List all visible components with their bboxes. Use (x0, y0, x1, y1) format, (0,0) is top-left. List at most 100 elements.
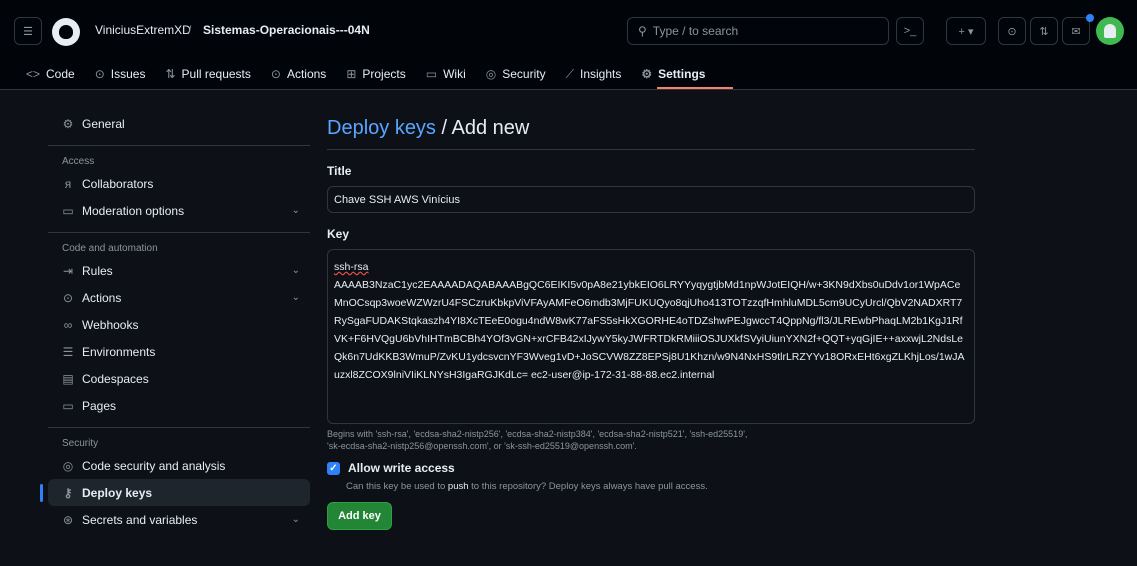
breadcrumb-separator: / (188, 23, 192, 37)
browser-icon: ▭ (62, 398, 74, 413)
code-icon: <> (26, 67, 41, 81)
comment-icon: ▭ (62, 203, 74, 218)
help-text-bold: push (447, 481, 469, 492)
sidebar-heading-access: Access (62, 155, 95, 167)
add-key-button[interactable]: Add key (327, 502, 392, 530)
chevron-down-icon: ⌄ (291, 292, 300, 303)
help-text: Can this key be used to (346, 481, 448, 492)
table-icon: ⊞ (346, 67, 357, 81)
notification-dot (1086, 14, 1094, 22)
title-input[interactable]: Chave SSH AWS Vinícius (327, 186, 975, 213)
sidebar-item-label: Deploy keys (82, 485, 153, 500)
tab-label: Issues (110, 67, 146, 81)
key-hint-line: Begins with 'ssh-rsa', 'ecdsa-sha2-nistp… (327, 429, 748, 439)
deploy-key-form: Deploy keys / Add new Title Chave SSH AW… (327, 112, 975, 530)
search-icon: ⚲ (638, 24, 647, 38)
tab-wiki[interactable]: ▭ Wiki (416, 60, 476, 88)
page-title-rest: / Add new (435, 116, 530, 139)
tab-insights[interactable]: ⟋ Insights (556, 60, 632, 88)
tab-pull-requests[interactable]: ⇅ Pull requests (155, 60, 260, 88)
chevron-down-icon: ⌄ (291, 514, 300, 525)
deploy-keys-link[interactable]: Deploy keys (327, 117, 436, 140)
sidebar-item-label: Actions (82, 290, 122, 305)
tab-issues[interactable]: ⊙ Issues (85, 60, 156, 88)
tab-settings[interactable]: ⚙ Settings (631, 60, 715, 88)
sidebar-item-label: Codespaces (82, 371, 149, 386)
sidebar-divider (48, 232, 310, 233)
server-icon: ☰ (62, 344, 74, 359)
allow-write-checkbox[interactable]: ✓ (327, 461, 340, 475)
sidebar-heading-security: Security (62, 437, 99, 449)
sidebar-item-rules[interactable]: ⇥ Rules ⌄ (48, 257, 310, 284)
asterisk-icon: ⊛ (62, 512, 74, 527)
github-logo-icon[interactable] (52, 18, 80, 46)
sidebar-heading-code: Code and automation (62, 242, 158, 254)
command-palette-button[interactable]: >_ (896, 17, 924, 45)
allow-write-row: ✓ Allow write access (327, 461, 975, 475)
rules-icon: ⇥ (62, 263, 74, 278)
create-new-button[interactable]: + ▾ (946, 17, 986, 45)
tab-label: Settings (658, 67, 706, 81)
key-hint-line: 'sk-ecdsa-sha2-nistp256@openssh.com', or… (327, 441, 637, 451)
sidebar-item-webhooks[interactable]: ∞ Webhooks (48, 311, 310, 338)
search-placeholder: Type / to search (652, 24, 739, 38)
key-body: AAAAB3NzaC1yc2EAAAADAQABAAABgQC6EIKI5v0p… (334, 279, 965, 381)
repo-owner-link[interactable]: ViniciusExtremXD (95, 23, 191, 37)
key-format-hint: Begins with 'ssh-rsa', 'ecdsa-sha2-nistp… (327, 428, 975, 452)
sidebar-item-secrets[interactable]: ⊛ Secrets and variables ⌄ (48, 506, 310, 533)
tab-label: Projects (362, 67, 406, 81)
tab-label: Pull requests (181, 67, 251, 81)
repo-tabs: <> Code ⊙ Issues ⇅ Pull requests ⊙ Actions ⊞… (16, 60, 715, 90)
sidebar-item-label: Pages (82, 398, 117, 413)
sidebar-item-codespaces[interactable]: ▤ Codespaces (48, 365, 310, 392)
avatar[interactable] (1096, 17, 1124, 45)
sidebar-item-label: Secrets and variables (82, 512, 198, 527)
sidebar-item-label: Collaborators (82, 176, 154, 191)
title-label: Title (327, 164, 352, 178)
tab-actions[interactable]: ⊙ Actions (261, 60, 336, 88)
sidebar-item-label: Webhooks (82, 317, 139, 332)
tab-label: Code (46, 67, 75, 81)
sidebar-item-actions[interactable]: ⊙ Actions ⌄ (48, 284, 310, 311)
top-header: ☰ ViniciusExtremXD / Sistemas-Operaciona… (0, 0, 1137, 90)
hamburger-menu-button[interactable]: ☰ (14, 17, 42, 45)
active-tab-underline (657, 87, 733, 89)
graph-icon: ⟋ (565, 66, 574, 81)
sidebar-item-environments[interactable]: ☰ Environments (48, 338, 310, 365)
play-icon: ⊙ (270, 67, 281, 81)
sidebar-item-collaborators[interactable]: ᴙ Collaborators (48, 170, 310, 197)
pull-request-icon: ⇅ (165, 67, 176, 81)
inbox-icon[interactable]: ✉ (1062, 17, 1090, 45)
repo-name-link[interactable]: Sistemas-Operacionais---04N (203, 23, 370, 37)
issue-icon: ⊙ (94, 67, 105, 81)
tab-code[interactable]: <> Code (16, 60, 85, 88)
play-icon: ⊙ (62, 290, 74, 305)
sidebar-item-general[interactable]: ⚙ General (48, 110, 310, 137)
allow-write-label[interactable]: Allow write access (348, 461, 455, 475)
gear-icon: ⚙ (62, 116, 74, 131)
key-textarea[interactable]: ssh-rsa AAAAB3NzaC1yc2EAAAADAQABAAABgQC6… (327, 249, 975, 424)
help-text: to this repository? Deploy keys always h… (468, 481, 708, 492)
book-icon: ▭ (425, 67, 438, 81)
sidebar-item-label: Moderation options (82, 203, 185, 218)
title-divider (327, 149, 975, 150)
sidebar-item-code-security[interactable]: ◎ Code security and analysis (48, 452, 310, 479)
codescan-icon: ◎ (62, 458, 74, 473)
key-label: Key (327, 227, 350, 241)
shield-icon: ◎ (485, 67, 497, 81)
tab-label: Insights (580, 67, 622, 81)
sidebar-item-moderation[interactable]: ▭ Moderation options ⌄ (48, 197, 310, 224)
search-input[interactable]: ⚲ Type / to search (627, 17, 889, 45)
key-prefix: ssh-rsa (334, 261, 369, 273)
pull-requests-icon[interactable]: ⇅ (1030, 17, 1058, 45)
gear-icon: ⚙ (641, 67, 653, 81)
tab-security[interactable]: ◎ Security (476, 60, 556, 88)
sidebar-item-deploy-keys[interactable]: ⚷ Deploy keys (40, 479, 310, 506)
tab-label: Wiki (443, 67, 466, 81)
chevron-down-icon: ⌄ (291, 265, 300, 276)
issues-icon[interactable]: ⊙ (998, 17, 1026, 45)
sidebar-item-pages[interactable]: ▭ Pages (48, 392, 310, 419)
tab-projects[interactable]: ⊞ Projects (336, 60, 415, 88)
tab-label: Actions (286, 67, 327, 81)
people-icon: ᴙ (64, 176, 72, 191)
